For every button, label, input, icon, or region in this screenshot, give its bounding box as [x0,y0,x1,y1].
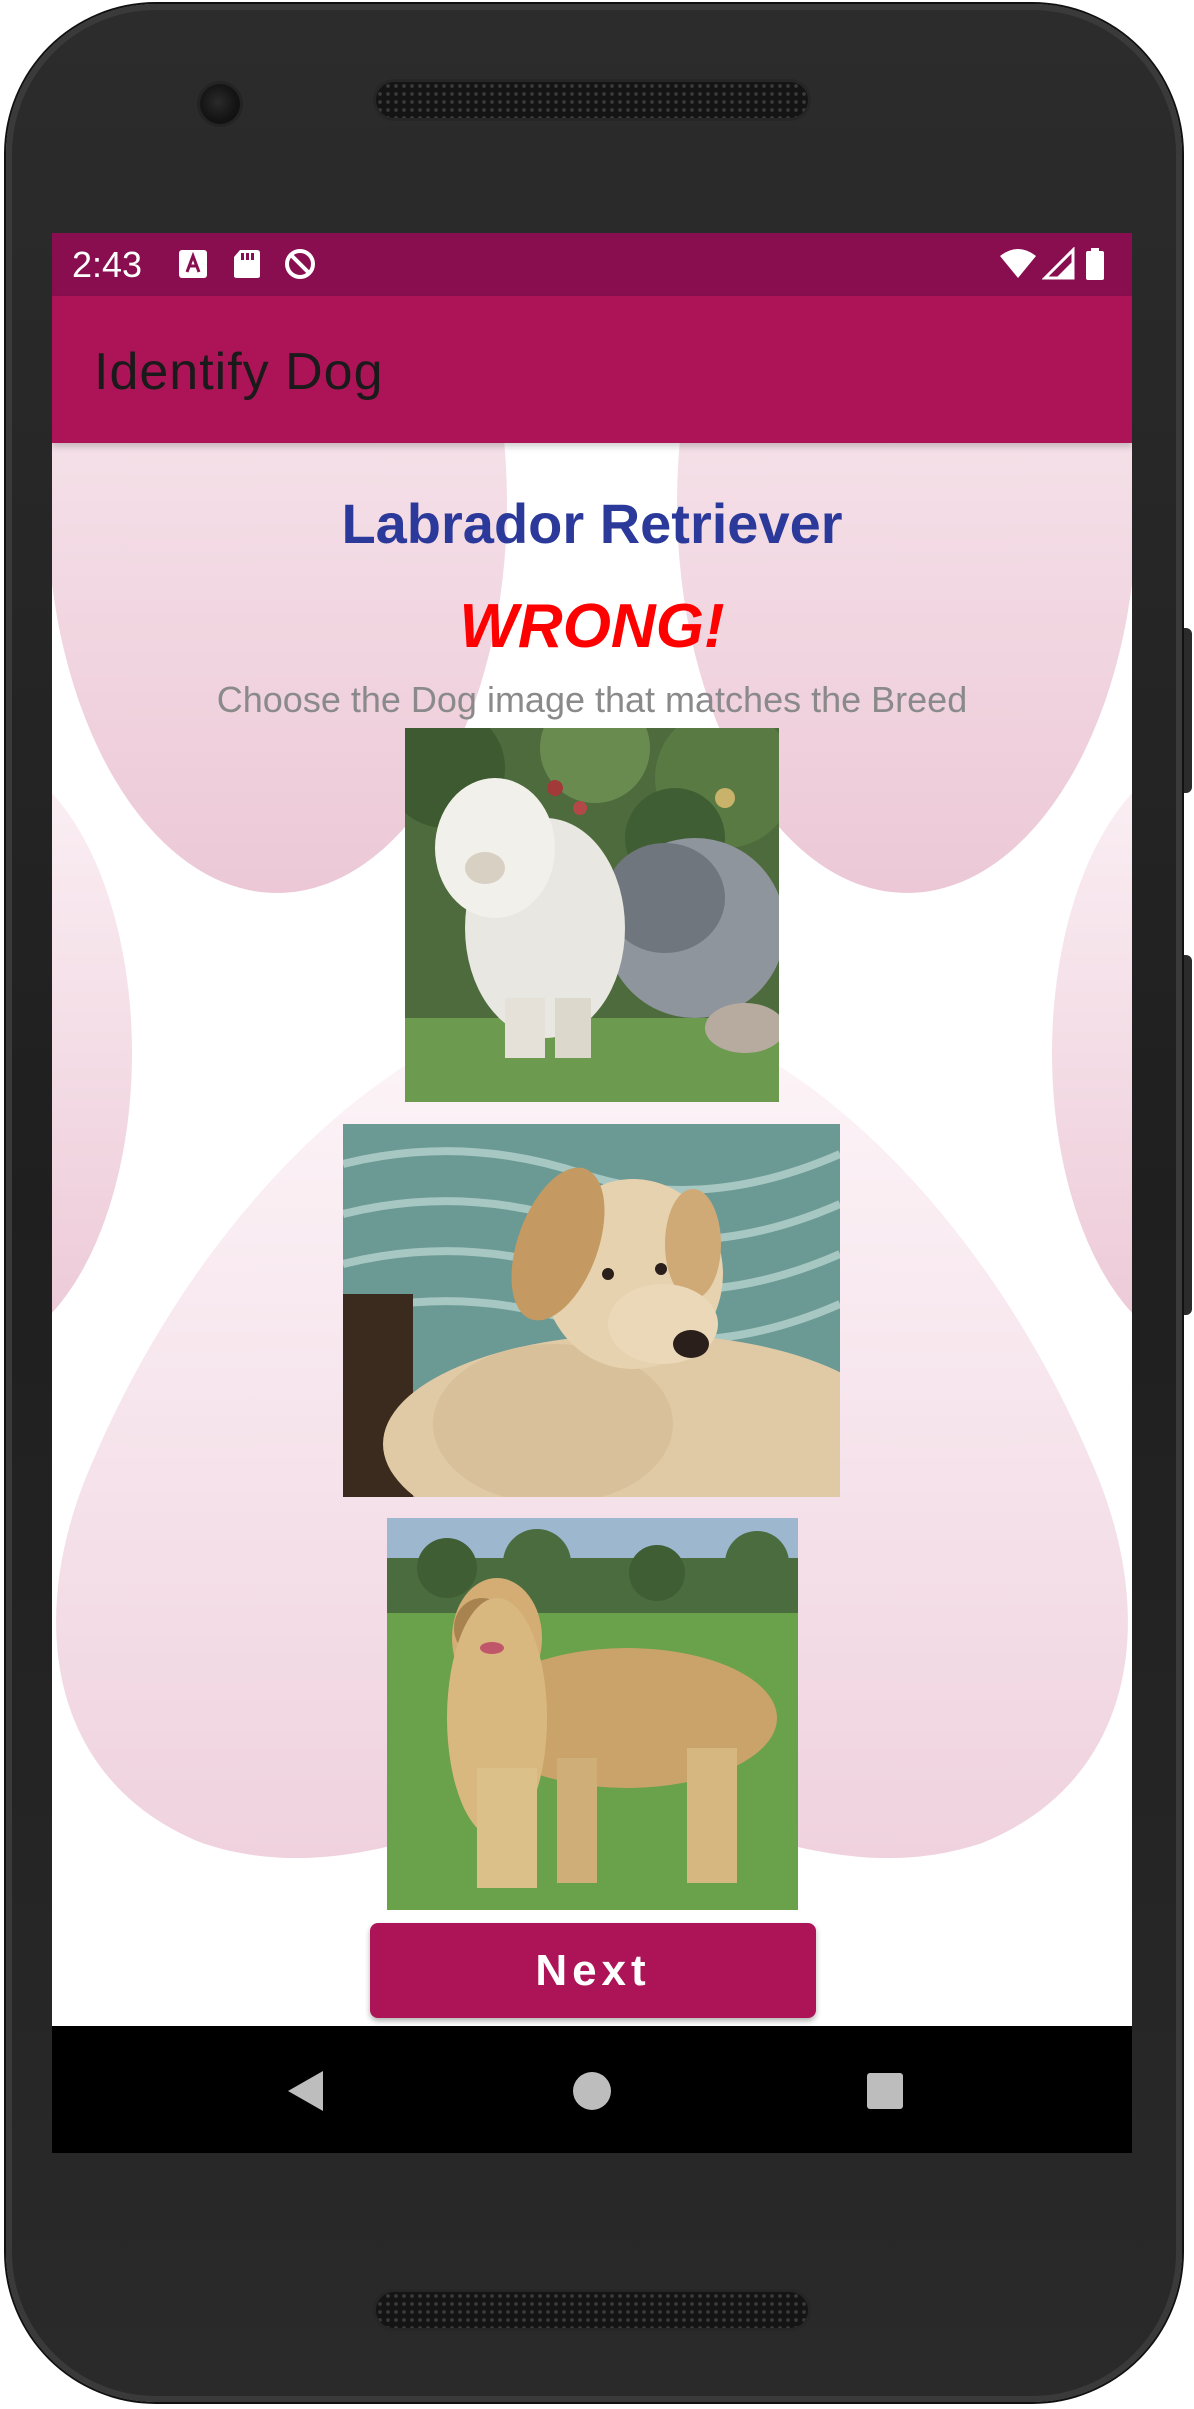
dog-option-3-afghan-hound-image[interactable] [387,1518,798,1910]
screen: 2:43 Identify Dog Labrador Retriever WRO… [52,233,1132,2153]
bottom-speaker-grille [376,2292,808,2328]
power-button [1182,628,1192,793]
next-button[interactable]: Next [370,1923,816,2018]
breed-name: Labrador Retriever [341,492,843,555]
instruction-text: Choose the Dog image that matches the Br… [216,679,968,720]
home-icon[interactable] [557,2056,627,2126]
dog-option-2-labrador-image[interactable] [343,1124,840,1497]
top-speaker-grille [376,82,808,118]
result-feedback: WRONG! [459,592,725,661]
recents-icon[interactable] [850,2056,920,2126]
device-mockup: 2:43 Identify Dog Labrador Retriever WRO… [0,0,1194,2409]
battery-icon [1086,248,1104,280]
quiz-content: Labrador Retriever WRONG! Choose the Dog… [52,443,1132,2026]
sd-card-icon [234,250,260,278]
app-title: Identify Dog [94,343,384,401]
front-camera [200,84,240,124]
navigation-bar [52,2026,1132,2153]
back-icon[interactable] [273,2056,343,2126]
status-time: 2:43 [72,244,143,285]
cellular-signal-icon [1042,247,1075,280]
dog-option-1-sheepdog-image[interactable] [405,728,779,1102]
status-bar: 2:43 [52,233,1132,296]
do-not-disturb-icon [285,249,315,279]
wifi-icon [1000,249,1036,278]
volume-rocker [1182,955,1192,1315]
app-bar: Identify Dog [52,296,1132,443]
font-download-icon [179,250,207,278]
